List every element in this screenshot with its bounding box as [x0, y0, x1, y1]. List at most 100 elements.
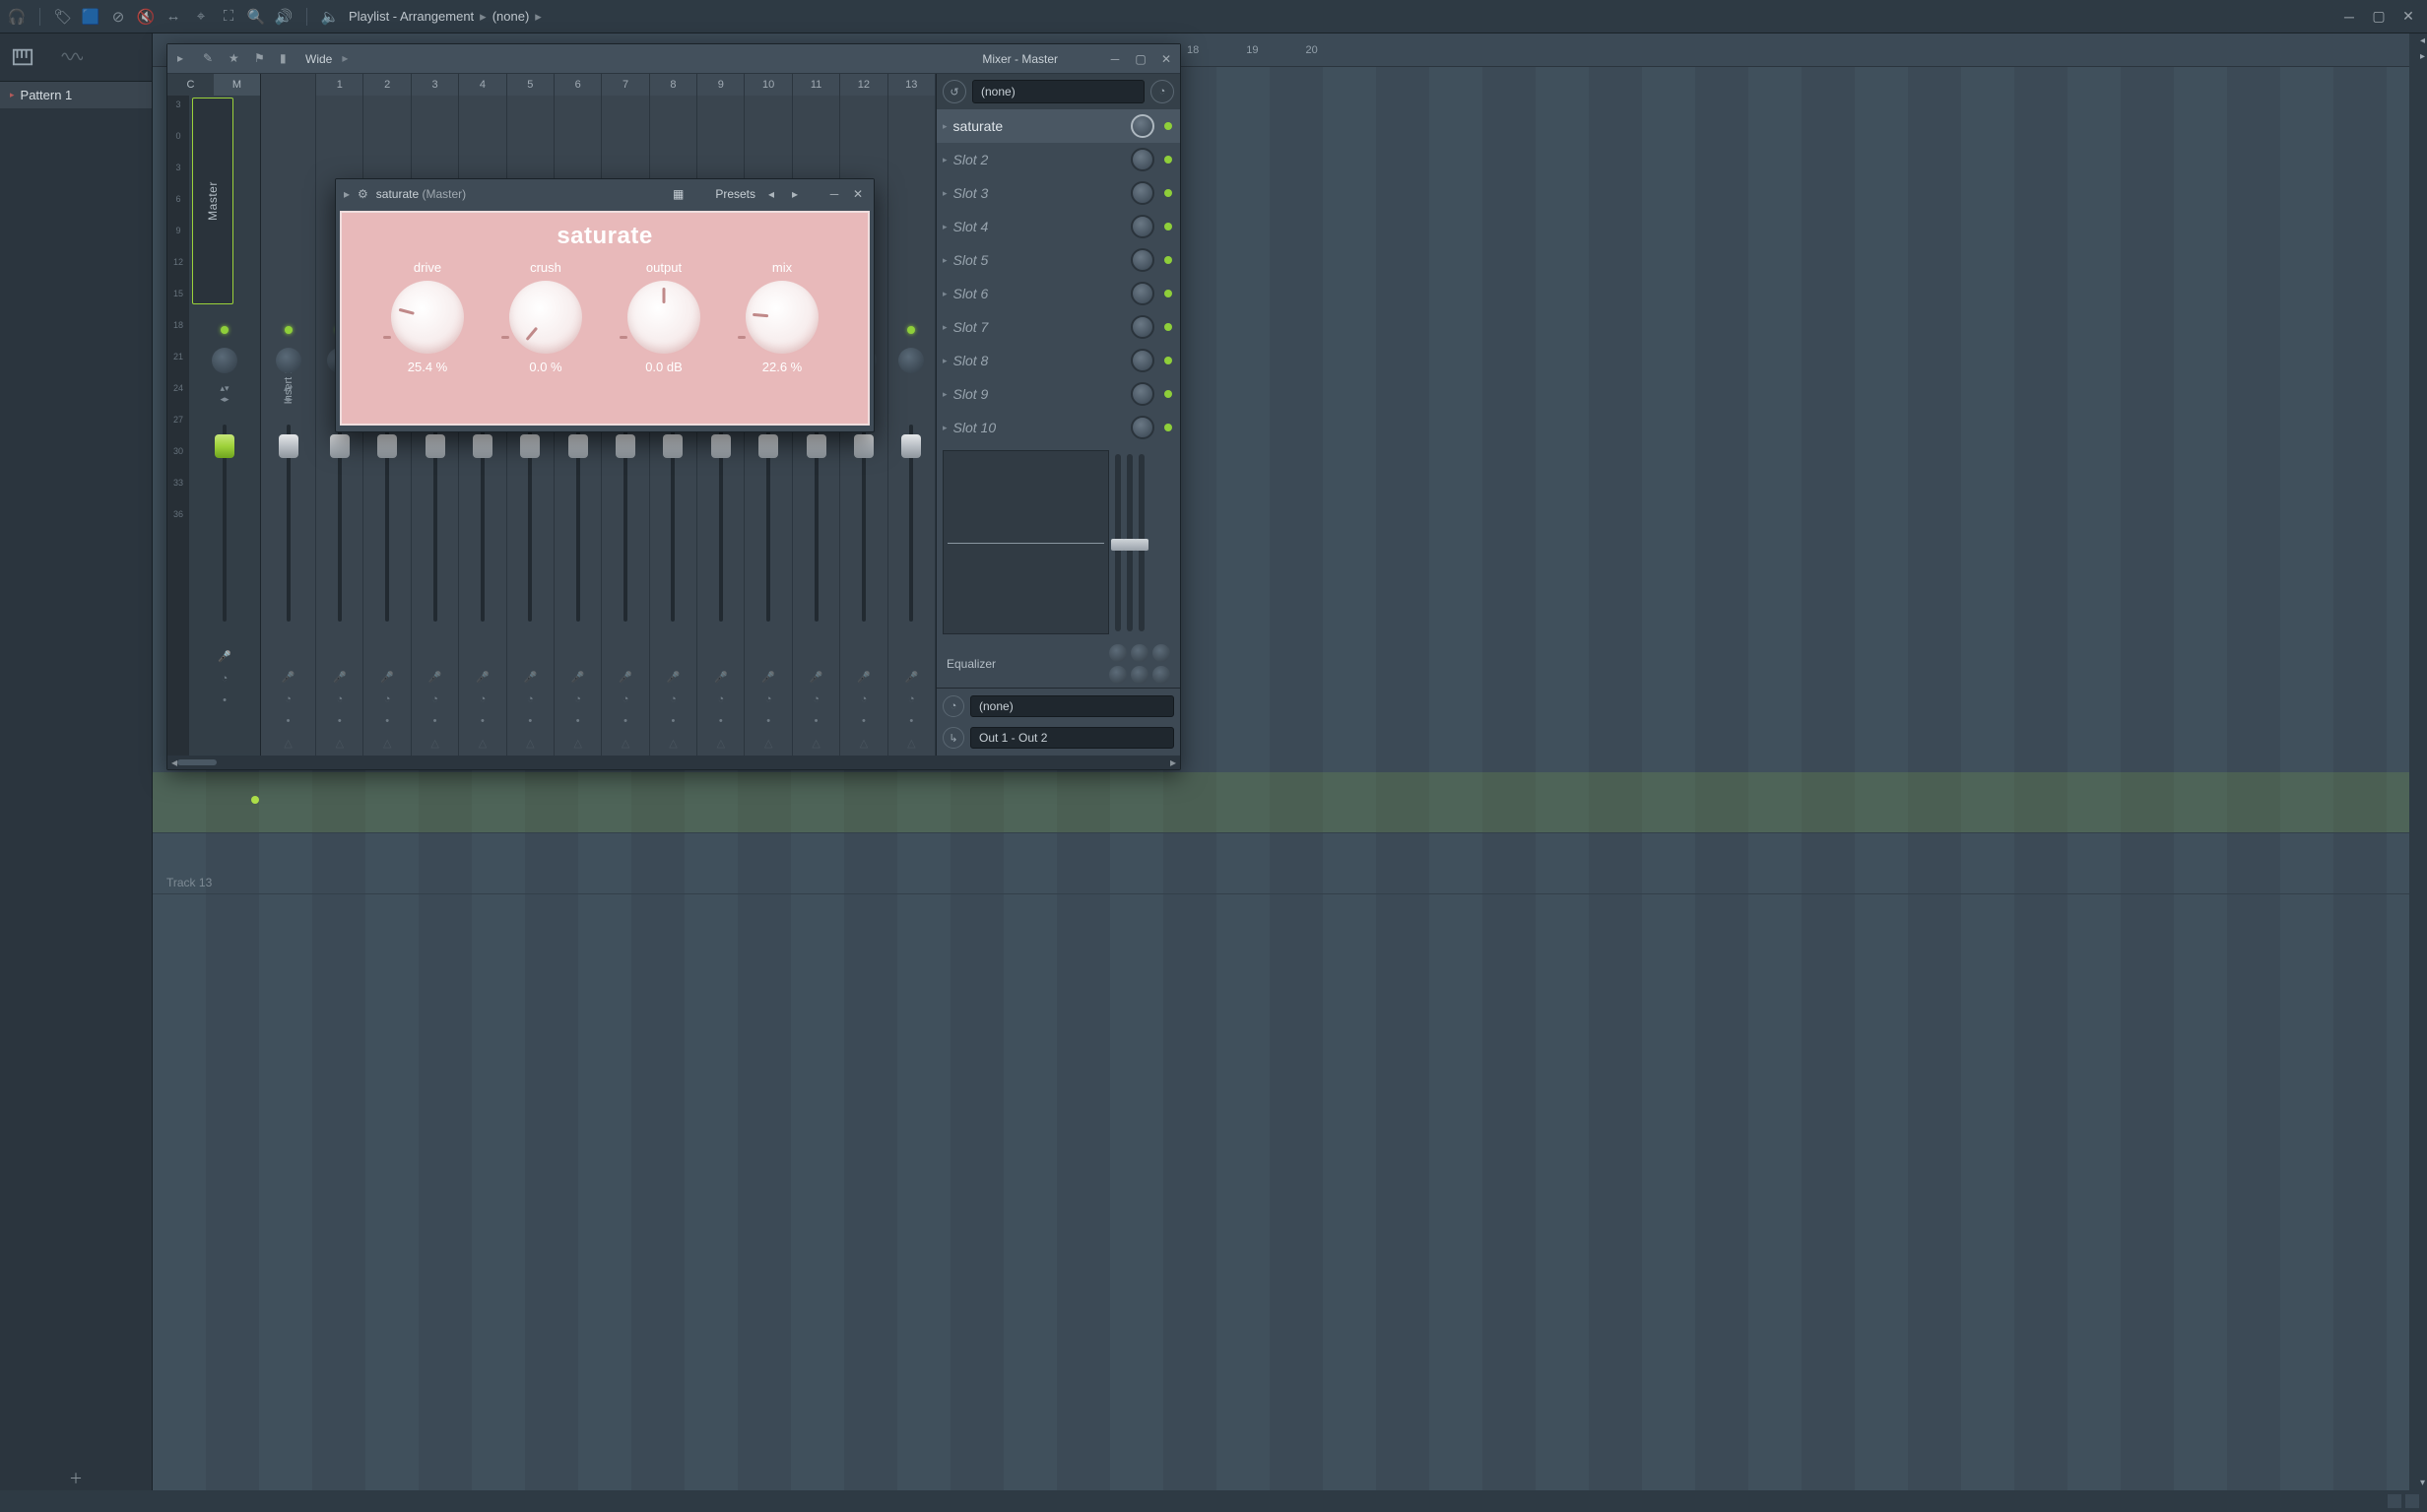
insert-fader[interactable] [279, 434, 298, 458]
enable-led-icon[interactable] [221, 326, 229, 334]
eq-graph[interactable] [943, 450, 1109, 634]
route-arrow-icon[interactable]: △ [764, 737, 772, 750]
output-icon[interactable]: ↳ [943, 727, 964, 749]
route-arrow-icon[interactable]: △ [717, 737, 725, 750]
clock-icon[interactable]: ◔ [336, 693, 343, 705]
master-track[interactable]: Master ▴▾◂▸ 🎤 ◔ • [189, 96, 260, 756]
mixer-close-button[interactable]: ✕ [1158, 52, 1174, 66]
crush-knob[interactable] [509, 281, 582, 354]
route-arrow-icon[interactable]: △ [622, 737, 629, 750]
wet-knob[interactable] [1131, 315, 1154, 339]
enable-led-icon[interactable] [1164, 323, 1172, 331]
fx-slot[interactable]: ▸saturate [937, 109, 1180, 143]
wet-knob[interactable] [1131, 148, 1154, 171]
clock-icon[interactable]: ◔ [908, 693, 915, 705]
insert-fader[interactable] [568, 434, 588, 458]
fx-slot[interactable]: ▸Slot 10 [937, 411, 1180, 444]
piano-icon[interactable] [12, 46, 33, 68]
insert-track[interactable]: 13🎤◔•△ [888, 74, 936, 756]
track-row[interactable] [153, 772, 2409, 833]
mixer-minimize-button[interactable]: ─ [1107, 52, 1123, 66]
star-icon[interactable]: ★ [229, 51, 244, 67]
dot-icon[interactable]: • [909, 715, 913, 727]
mix-knob[interactable] [746, 281, 819, 354]
presets-label[interactable]: Presets [715, 187, 755, 201]
master-fader[interactable] [215, 434, 234, 458]
ban-icon[interactable]: ⊘ [109, 8, 127, 26]
route-arrow-icon[interactable]: △ [479, 737, 487, 750]
tab-c[interactable]: C [167, 74, 214, 96]
gear-icon[interactable]: ⚙ [358, 187, 368, 201]
chevron-right-icon[interactable]: ▸ [943, 222, 948, 232]
pan-knob[interactable] [898, 348, 924, 373]
mixer-hscroll[interactable]: ◂ ▸ [167, 756, 1180, 769]
insert-fader[interactable] [473, 434, 492, 458]
mic-icon[interactable]: 🎤 [218, 650, 231, 663]
hstretch-icon[interactable]: ↔ [164, 8, 182, 26]
eq-band-slider[interactable] [1139, 454, 1145, 631]
plugin-close-button[interactable]: ✕ [850, 187, 866, 201]
fx-slot[interactable]: ▸Slot 7 [937, 310, 1180, 344]
output-select[interactable] [970, 727, 1174, 749]
pan-knob[interactable] [212, 348, 237, 373]
flag-icon[interactable]: ⚑ [254, 51, 270, 67]
enable-led-icon[interactable] [1164, 424, 1172, 431]
mic-icon[interactable]: 🎤 [523, 671, 537, 684]
dot-icon[interactable]: • [815, 715, 819, 727]
dot-icon[interactable]: • [623, 715, 627, 727]
clock-icon[interactable]: ◔ [670, 693, 677, 705]
wet-knob[interactable] [1131, 114, 1154, 138]
preset-select[interactable] [972, 80, 1145, 103]
insert-track[interactable]: Insert 1▴▾◂▸🎤◔•△ [261, 74, 316, 756]
insert-fader[interactable] [520, 434, 540, 458]
route-arrow-icon[interactable]: △ [907, 737, 915, 750]
eq-knob[interactable] [1109, 644, 1127, 662]
enable-led-icon[interactable] [1164, 122, 1172, 130]
insert-fader[interactable] [807, 434, 826, 458]
clock-icon[interactable]: ◔ [285, 693, 292, 705]
clock-icon[interactable]: ◔ [765, 693, 772, 705]
plugin-minimize-button[interactable]: ─ [826, 187, 842, 201]
insert-fader[interactable] [426, 434, 445, 458]
dot-icon[interactable]: • [385, 715, 389, 727]
mic-icon[interactable]: 🎤 [761, 671, 775, 684]
dot-icon[interactable]: • [433, 715, 437, 727]
mic-icon[interactable]: 🎤 [476, 671, 490, 684]
pattern-item[interactable]: Pattern 1 [0, 82, 152, 109]
dot-icon[interactable]: • [576, 715, 580, 727]
fx-slot[interactable]: ▸Slot 3 [937, 176, 1180, 210]
wet-knob[interactable] [1131, 349, 1154, 372]
swap-arrows-icon[interactable]: ▴▾◂▸ [261, 383, 315, 405]
cursor-icon[interactable]: ⌖ [192, 8, 210, 26]
fx-slot[interactable]: ▸Slot 2 [937, 143, 1180, 176]
enable-led-icon[interactable] [1164, 290, 1172, 297]
chevron-right-icon[interactable]: ▸ [943, 289, 948, 299]
chevron-right-icon[interactable]: ▸ [943, 389, 948, 400]
eq-knob[interactable] [1152, 644, 1170, 662]
chevron-left-icon[interactable]: ◂ [2420, 35, 2425, 46]
eq-knob[interactable] [1131, 644, 1148, 662]
route-arrow-icon[interactable]: △ [526, 737, 534, 750]
mic-icon[interactable]: 🎤 [667, 671, 681, 684]
chevron-right-icon[interactable]: ▸ [342, 51, 358, 67]
eq-band-slider[interactable] [1127, 454, 1133, 631]
play-icon[interactable]: ▸ [177, 51, 193, 67]
mic-icon[interactable]: 🎤 [571, 671, 585, 684]
output-knob[interactable] [627, 281, 700, 354]
mic-icon[interactable]: 🎤 [810, 671, 823, 684]
swap-arrows-icon[interactable]: ▴▾◂▸ [189, 383, 260, 405]
mic-icon[interactable]: 🎤 [904, 671, 918, 684]
vol-icon[interactable]: 🔊 [275, 8, 293, 26]
mute-icon[interactable]: 🔇 [137, 8, 155, 26]
clock-icon[interactable]: ◔ [222, 673, 229, 685]
fullscreen-icon[interactable]: ⛶ [220, 8, 237, 26]
eq-knob[interactable] [1109, 666, 1127, 684]
wet-knob[interactable] [1131, 215, 1154, 238]
chevron-down-icon[interactable]: ▾ [2420, 1478, 2425, 1488]
dot-icon[interactable]: • [338, 715, 342, 727]
dot-icon[interactable]: • [671, 715, 675, 727]
tag-icon[interactable]: 🏷 [54, 8, 72, 26]
track-row[interactable]: Track 13 [153, 833, 2409, 894]
insert-fader[interactable] [377, 434, 397, 458]
route-arrow-icon[interactable]: △ [860, 737, 868, 750]
